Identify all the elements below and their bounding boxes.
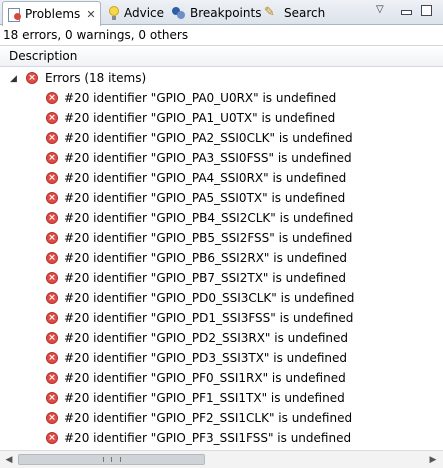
tab-problems[interactable]: Problems ✕	[2, 1, 101, 26]
column-header-label: Description	[9, 49, 78, 63]
error-message: #20 identifier "GPIO_PD1_SSI3FSS" is und…	[64, 311, 354, 325]
tab-advice[interactable]: Advice	[104, 1, 168, 25]
tab-breakpoints-label: Breakpoints	[190, 6, 262, 20]
error-icon: ×	[26, 72, 38, 84]
error-row[interactable]: × #20 identifier "GPIO_PA3_SSI0FSS" is un…	[0, 148, 443, 168]
error-row[interactable]: × #20 identifier "GPIO_PF1_SSI1TX" is und…	[0, 388, 443, 408]
error-message: #20 identifier "GPIO_PA1_U0TX" is undefi…	[64, 111, 336, 125]
error-icon: ×	[46, 352, 58, 364]
grip-icon	[103, 457, 121, 462]
tab-advice-label: Advice	[124, 6, 165, 20]
error-icon: ×	[46, 132, 58, 144]
error-icon: ×	[46, 272, 58, 284]
error-icon: ×	[46, 112, 58, 124]
error-icon: ×	[46, 432, 58, 444]
error-row[interactable]: × #20 identifier "GPIO_PA2_SSI0CLK" is un…	[0, 128, 443, 148]
tab-search-label: Search	[284, 6, 326, 20]
error-message: #20 identifier "GPIO_PD2_SSI3RX" is unde…	[64, 331, 349, 345]
error-icon: ×	[46, 152, 58, 164]
error-message: #20 identifier "GPIO_PF2_SSI1CLK" is und…	[64, 411, 353, 425]
error-row[interactable]: × #20 identifier "GPIO_PA1_U0TX" is undef…	[0, 108, 443, 128]
error-row[interactable]: × #20 identifier "GPIO_PD3_SSI3TX" is und…	[0, 348, 443, 368]
tab-breakpoints[interactable]: Breakpoints	[168, 1, 265, 25]
error-row[interactable]: × #20 identifier "GPIO_PF0_SSI1RX" is und…	[0, 368, 443, 388]
error-icon: ×	[46, 192, 58, 204]
scrollbar-thumb[interactable]	[18, 454, 205, 465]
lightbulb-icon	[108, 5, 120, 21]
tab-problems-label: Problems	[25, 7, 81, 21]
problems-summary: 18 errors, 0 warnings, 0 others	[3, 28, 189, 42]
error-icon: ×	[46, 292, 58, 304]
error-icon: ×	[46, 172, 58, 184]
error-message: #20 identifier "GPIO_PF0_SSI1RX" is unde…	[64, 371, 346, 385]
horizontal-scrollbar[interactable]: ◀ ▶	[0, 450, 443, 468]
breakpoints-icon	[172, 6, 186, 20]
tree-group-errors[interactable]: ◢ × Errors (18 items)	[0, 68, 443, 88]
error-row[interactable]: × #20 identifier "GPIO_PA0_U0RX" is undef…	[0, 88, 443, 108]
error-message: #20 identifier "GPIO_PB5_SSI2FSS" is und…	[64, 231, 353, 245]
view-tab-bar: Problems ✕ Advice Breakpoints ✎ Search ▽	[0, 0, 443, 26]
scroll-right-icon[interactable]: ▶	[425, 452, 441, 468]
error-row[interactable]: × #20 identifier "GPIO_PD0_SSI3CLK" is un…	[0, 288, 443, 308]
error-row[interactable]: × #20 identifier "GPIO_PB6_SSI2RX" is und…	[0, 248, 443, 268]
flashlight-icon: ✎	[264, 5, 275, 20]
view-menu-chevron-down-icon[interactable]: ▽	[376, 4, 384, 15]
error-message: #20 identifier "GPIO_PA2_SSI0CLK" is und…	[64, 131, 353, 145]
error-row[interactable]: × #20 identifier "GPIO_PA5_SSI0TX" is und…	[0, 188, 443, 208]
error-message: #20 identifier "GPIO_PF3_SSI1FSS" is und…	[64, 431, 352, 445]
error-row[interactable]: × #20 identifier "GPIO_PF2_SSI1CLK" is un…	[0, 408, 443, 428]
maximize-icon[interactable]	[421, 5, 432, 16]
expand-triangle-icon[interactable]: ◢	[10, 74, 17, 84]
error-message: #20 identifier "GPIO_PF1_SSI1TX" is unde…	[64, 391, 345, 405]
error-row[interactable]: × #20 identifier "GPIO_PB4_SSI2CLK" is un…	[0, 208, 443, 228]
error-icon: ×	[46, 232, 58, 244]
error-row[interactable]: × #20 identifier "GPIO_PD1_SSI3FSS" is un…	[0, 308, 443, 328]
error-icon: ×	[46, 212, 58, 224]
tree-group-label: Errors (18 items)	[45, 71, 147, 85]
error-message: #20 identifier "GPIO_PD0_SSI3CLK" is und…	[64, 291, 355, 305]
error-row[interactable]: × #20 identifier "GPIO_PB5_SSI2FSS" is un…	[0, 228, 443, 248]
tab-search[interactable]: ✎ Search	[260, 1, 329, 25]
error-icon: ×	[46, 252, 58, 264]
problems-icon	[7, 7, 21, 22]
error-icon: ×	[46, 392, 58, 404]
error-row[interactable]: × #20 identifier "GPIO_PF3_SSI1FSS" is un…	[0, 428, 443, 448]
error-row[interactable]: × #20 identifier "GPIO_PB7_SSI2TX" is und…	[0, 268, 443, 288]
problems-tree[interactable]: ◢ × Errors (18 items) × #20 identifier "G…	[0, 68, 443, 448]
error-icon: ×	[46, 372, 58, 384]
scroll-left-icon[interactable]: ◀	[1, 452, 17, 468]
error-message: #20 identifier "GPIO_PD3_SSI3TX" is unde…	[64, 351, 348, 365]
error-icon: ×	[46, 312, 58, 324]
error-message: #20 identifier "GPIO_PA4_SSI0RX" is unde…	[64, 171, 347, 185]
error-message: #20 identifier "GPIO_PB7_SSI2TX" is unde…	[64, 271, 347, 285]
error-message: #20 identifier "GPIO_PA0_U0RX" is undefi…	[64, 91, 337, 105]
error-icon: ×	[46, 332, 58, 344]
error-message: #20 identifier "GPIO_PA3_SSI0FSS" is und…	[64, 151, 352, 165]
column-header-description[interactable]: Description	[0, 45, 443, 67]
minimize-icon[interactable]	[401, 10, 412, 15]
error-icon: ×	[46, 412, 58, 424]
error-message: #20 identifier "GPIO_PB6_SSI2RX" is unde…	[64, 251, 348, 265]
close-icon[interactable]: ✕	[86, 8, 95, 21]
error-row[interactable]: × #20 identifier "GPIO_PA4_SSI0RX" is und…	[0, 168, 443, 188]
error-message: #20 identifier "GPIO_PA5_SSI0TX" is unde…	[64, 191, 346, 205]
error-row[interactable]: × #20 identifier "GPIO_PD2_SSI3RX" is und…	[0, 328, 443, 348]
error-icon: ×	[46, 92, 58, 104]
error-message: #20 identifier "GPIO_PB4_SSI2CLK" is und…	[64, 211, 354, 225]
